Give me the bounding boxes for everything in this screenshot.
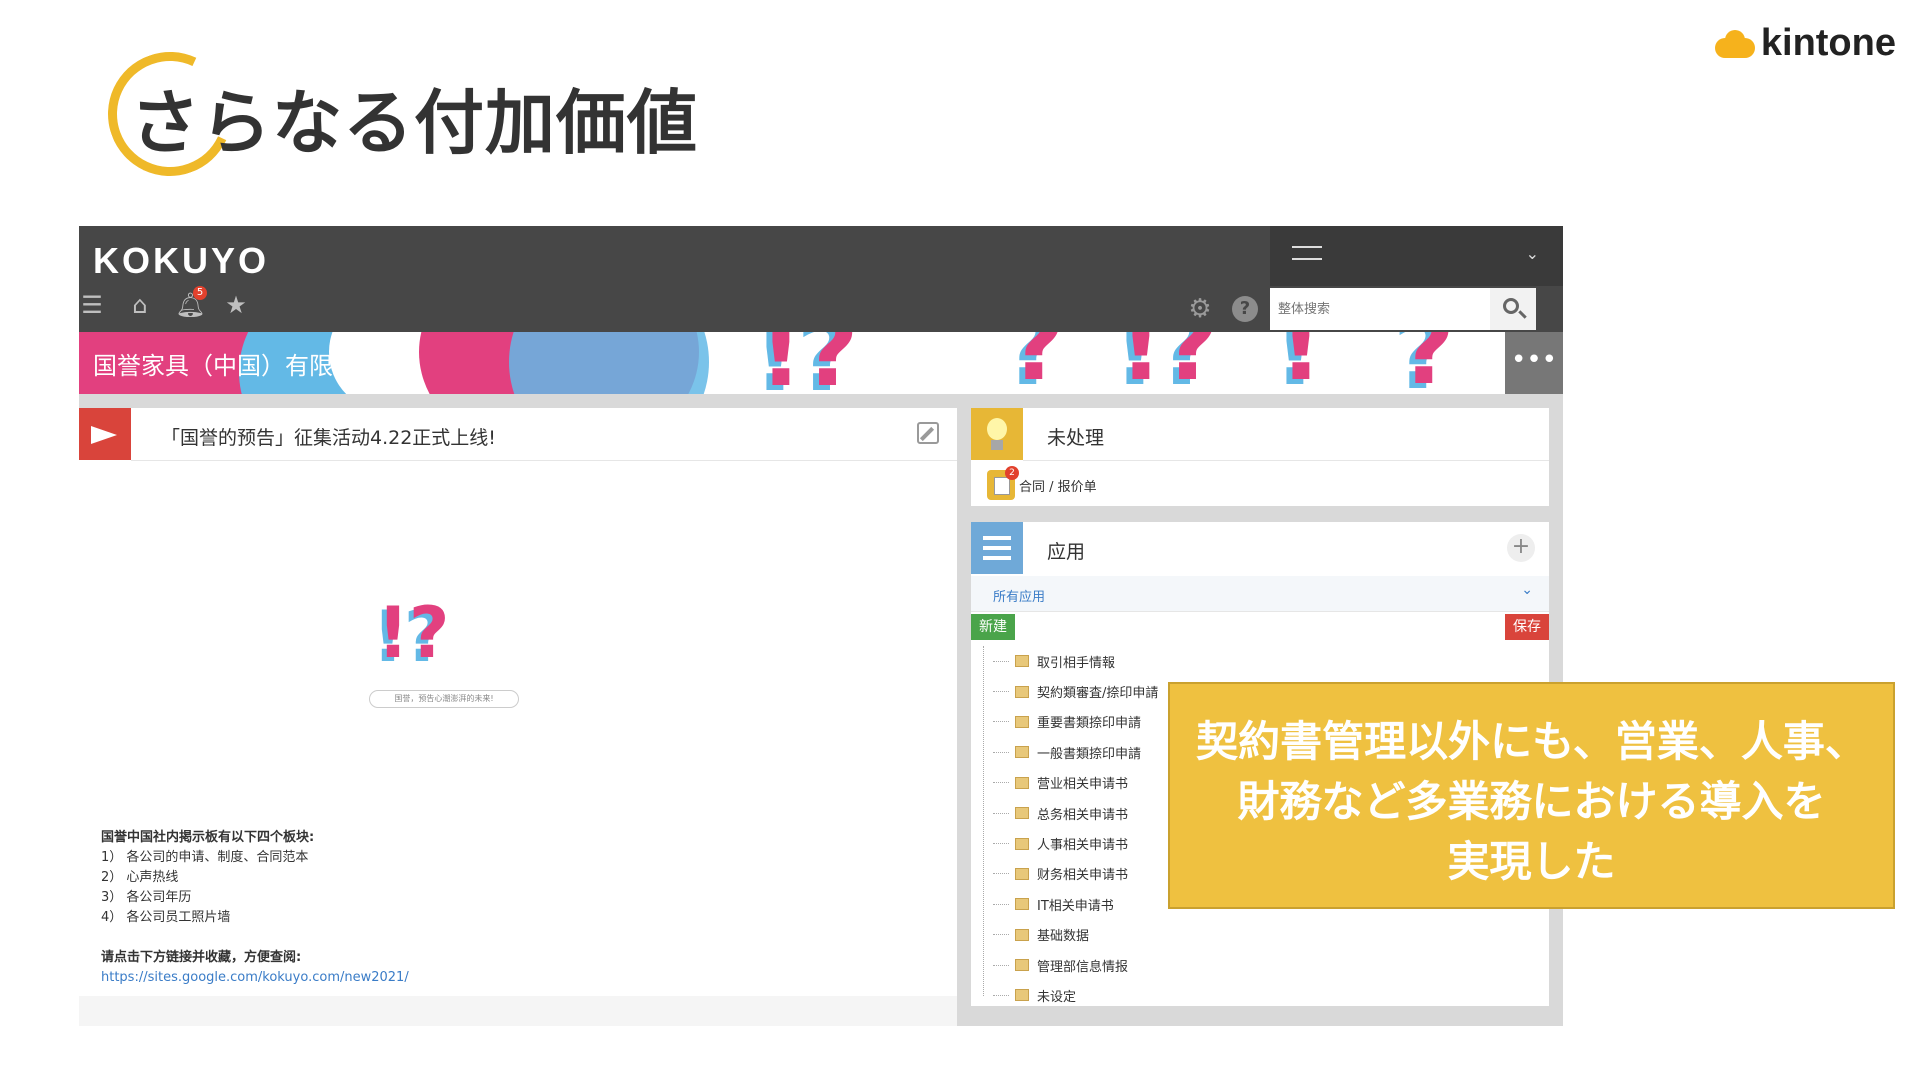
list-icon bbox=[971, 522, 1023, 574]
pending-item[interactable]: 2 合同 / 报价单 bbox=[987, 466, 1097, 500]
edit-icon[interactable] bbox=[917, 422, 939, 444]
folder-icon bbox=[1015, 928, 1029, 941]
illustration-caption: 国誉，预告心潮澎湃的未来! bbox=[369, 690, 519, 708]
settings-gear-icon[interactable]: ⚙ bbox=[1187, 296, 1213, 322]
intro-heading: 国誉中国社内掲示板有以下四个板块: bbox=[101, 830, 315, 845]
banner-decoration: ! bbox=[1279, 332, 1323, 394]
banner-decoration: !? bbox=[1119, 332, 1219, 394]
company-name: 国誉家具（中国）有限公司 bbox=[93, 352, 381, 380]
folder-icon bbox=[1015, 867, 1029, 880]
brand-logo: kintone bbox=[1714, 22, 1896, 65]
illustration-mark: !? bbox=[377, 592, 450, 674]
app-tree-item[interactable]: 取引相手情報 bbox=[981, 646, 1521, 676]
announcement-body: 国誉中国社内掲示板有以下四个板块: 1） 各公司的申请、制度、合同范本 2） 心… bbox=[101, 828, 409, 988]
search-button[interactable] bbox=[1490, 288, 1536, 330]
brand-name: kintone bbox=[1760, 22, 1896, 64]
top-bar: KOKUYO ☰ ⌂ 🔔︎ 5 ★ ⌄ ⚙ ? bbox=[79, 226, 1563, 332]
save-button[interactable]: 保存 bbox=[1505, 614, 1549, 640]
new-button[interactable]: 新建 bbox=[971, 614, 1015, 640]
banner-decoration: ? bbox=[1009, 332, 1065, 394]
callout-line: 実現した bbox=[1447, 837, 1616, 886]
menu-icon[interactable]: ☰ bbox=[79, 292, 105, 318]
folder-icon bbox=[1015, 989, 1029, 1002]
search-icon bbox=[1503, 298, 1519, 314]
cloud-icon bbox=[1714, 29, 1755, 58]
intro-item: 2） 心声热线 bbox=[101, 870, 179, 885]
add-app-button[interactable]: + bbox=[1507, 534, 1535, 562]
company-logo: KOKUYO bbox=[93, 240, 270, 281]
help-icon[interactable]: ? bbox=[1232, 296, 1258, 322]
user-name-line bbox=[1292, 258, 1322, 260]
announcement-illustration: !? 国誉，预告心潮澎湃的未来! bbox=[369, 592, 519, 708]
banner-decoration: !? bbox=[759, 332, 859, 394]
bookmark-note: 请点击下方链接并收藏，方便查阅: bbox=[101, 950, 302, 965]
pending-panel: 未处理 2 合同 / 报价单 bbox=[971, 408, 1549, 506]
folder-icon bbox=[1015, 685, 1029, 698]
folder-icon bbox=[1015, 807, 1029, 820]
announcement-title: 「国誉的预告」征集活动4.22正式上线! bbox=[161, 427, 496, 449]
megaphone-icon bbox=[79, 408, 131, 460]
space-banner: !? ? !? ! ? 国誉家具（中国）有限公司 ••• bbox=[79, 332, 1563, 394]
folder-icon bbox=[1015, 655, 1029, 668]
apps-filter-dropdown[interactable]: 所有应用 ⌄ bbox=[971, 576, 1549, 612]
intro-item: 3） 各公司年历 bbox=[101, 890, 192, 905]
banner-decoration bbox=[509, 332, 709, 394]
folder-icon bbox=[1015, 746, 1029, 759]
more-options-button[interactable]: ••• bbox=[1505, 332, 1563, 394]
pending-count-badge: 2 bbox=[1005, 466, 1019, 480]
pending-item-label: 合同 / 报价单 bbox=[1019, 479, 1097, 495]
favorites-star-icon[interactable]: ★ bbox=[223, 292, 249, 318]
chevron-down-icon: ⌄ bbox=[1521, 582, 1533, 598]
intro-item: 4） 各公司员工照片墙 bbox=[101, 910, 231, 925]
notification-badge: 5 bbox=[193, 286, 207, 300]
nav-icon-group: ☰ ⌂ 🔔︎ 5 ★ bbox=[79, 286, 249, 318]
app-tree-item[interactable]: 基础数据 bbox=[981, 920, 1521, 950]
announcement-panel: 「国誉的预告」征集活动4.22正式上线! !? 国誉，预告心潮澎湃的未来! 国誉… bbox=[79, 408, 957, 1026]
home-icon[interactable]: ⌂ bbox=[127, 292, 153, 318]
folder-icon bbox=[1015, 715, 1029, 728]
banner-decoration: ? bbox=[1399, 332, 1455, 394]
slide-title: さらなる付加価値 bbox=[130, 82, 698, 164]
sites-link[interactable]: https://sites.google.com/kokuyo.com/new2… bbox=[101, 968, 409, 988]
apps-title: 应用 bbox=[1047, 541, 1086, 563]
clipboard-icon: 2 bbox=[987, 466, 1019, 500]
callout-box: 契約書管理以外にも、営業、人事、 財務など多業務における導入を 実現した bbox=[1168, 682, 1895, 909]
search-input[interactable] bbox=[1270, 288, 1490, 330]
chevron-down-icon[interactable]: ⌄ bbox=[1526, 244, 1539, 263]
app-tree-item[interactable]: 管理部信息情报 bbox=[981, 950, 1521, 980]
notification-bell-icon[interactable]: 🔔︎ 5 bbox=[175, 286, 207, 318]
callout-line: 契約書管理以外にも、営業、人事、 bbox=[1196, 717, 1867, 766]
folder-icon bbox=[1015, 776, 1029, 789]
app-tree-item[interactable]: 未设定 bbox=[981, 980, 1521, 1010]
pending-title: 未处理 bbox=[1047, 427, 1105, 449]
folder-icon bbox=[1015, 959, 1029, 972]
lightbulb-icon bbox=[971, 408, 1023, 460]
folder-icon bbox=[1015, 898, 1029, 911]
user-name-line bbox=[1292, 246, 1322, 248]
user-menu[interactable]: ⌄ bbox=[1270, 226, 1563, 286]
callout-line: 財務など多業務における導入を bbox=[1237, 777, 1826, 826]
intro-item: 1） 各公司的申请、制度、合同范本 bbox=[101, 850, 309, 865]
apps-filter-label: 所有应用 bbox=[993, 590, 1046, 605]
folder-icon bbox=[1015, 837, 1029, 850]
